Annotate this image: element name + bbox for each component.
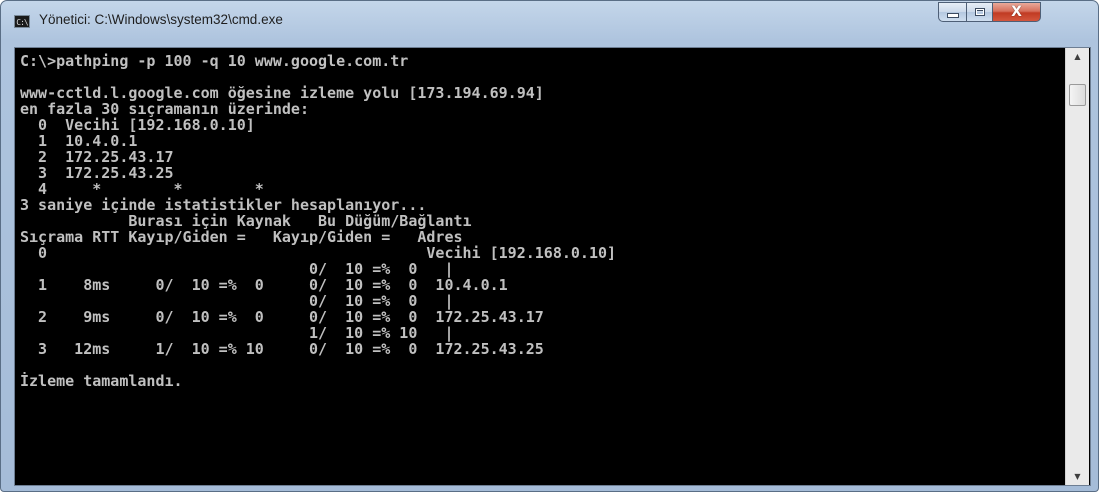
console-area: C:\>pathping -p 100 -q 10 www.google.com…: [14, 47, 1091, 486]
scroll-thumb[interactable]: [1069, 84, 1086, 106]
title-bar[interactable]: C:\ Yönetici: C:\Windows\system32\cmd.ex…: [1, 1, 1098, 43]
console-line: İzleme tamamlandı.: [20, 372, 183, 390]
scroll-up-icon[interactable]: ▲: [1066, 48, 1089, 65]
vertical-scrollbar[interactable]: ▲ ▼: [1065, 48, 1089, 485]
maximize-icon: [974, 8, 985, 16]
scroll-down-icon[interactable]: ▼: [1066, 468, 1089, 485]
cmd-app-icon[interactable]: C:\: [14, 15, 30, 28]
console-line: 3 12ms 1/ 10 =% 10 0/ 10 =% 0 172.25.43.…: [20, 340, 544, 358]
window-title: Yönetici: C:\Windows\system32\cmd.exe: [39, 12, 283, 27]
close-icon: X: [1011, 4, 1022, 20]
console-window: C:\ Yönetici: C:\Windows\system32\cmd.ex…: [0, 0, 1099, 492]
minimize-icon: [946, 13, 959, 18]
maximize-button[interactable]: [966, 2, 993, 22]
minimize-button[interactable]: [938, 2, 966, 22]
close-button[interactable]: X: [993, 2, 1041, 22]
console-output[interactable]: C:\>pathping -p 100 -q 10 www.google.com…: [15, 48, 1065, 485]
console-line: C:\>pathping -p 100 -q 10 www.google.com…: [20, 52, 409, 70]
console-text: C:\>pathping -p 100 -q 10 www.google.com…: [15, 48, 1065, 389]
